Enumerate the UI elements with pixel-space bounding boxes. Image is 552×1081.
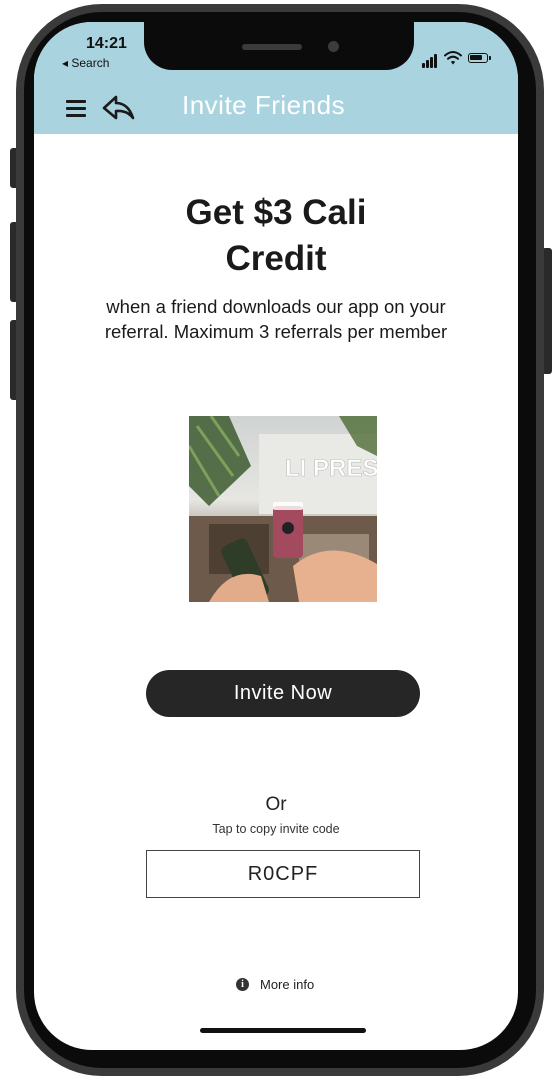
promo-description: when a friend downloads our app on your … xyxy=(46,294,506,344)
status-icons xyxy=(422,50,502,68)
speaker-grille xyxy=(242,44,302,50)
or-divider-text: Or xyxy=(265,794,287,815)
promo-photo: LI PRES xyxy=(189,416,377,602)
home-indicator[interactable] xyxy=(200,1028,366,1033)
invite-code-box[interactable]: R0CPF xyxy=(146,850,420,898)
back-arrow-icon[interactable] xyxy=(102,94,136,124)
page-title: Invite Friends xyxy=(182,90,346,120)
description-line-2: referral. Maximum 3 referrals per member xyxy=(104,321,448,342)
status-time: 14:21 xyxy=(86,35,127,52)
wifi-icon xyxy=(444,51,462,65)
invite-now-button[interactable]: Invite Now xyxy=(146,670,420,717)
description-line-1: when a friend downloads our app on your xyxy=(106,296,446,317)
hamburger-menu-icon[interactable] xyxy=(66,100,86,117)
battery-icon xyxy=(468,53,491,63)
copy-code-hint: Tap to copy invite code xyxy=(212,822,340,836)
info-icon: i xyxy=(236,978,249,991)
front-camera xyxy=(328,41,339,52)
promo-headline: Get $3 Cali Credit xyxy=(34,190,518,282)
headline-line-2: Credit xyxy=(225,239,327,278)
photo-sign-text: LI PRES xyxy=(285,455,377,482)
screenshot-stage: 14:21 ◂ Search Invite Friends Get $3 Cal… xyxy=(0,0,552,1081)
back-to-search-link[interactable]: ◂ Search xyxy=(62,56,109,70)
headline-line-1: Get $3 Cali xyxy=(185,193,367,232)
device-notch xyxy=(144,22,414,70)
more-info-label: More info xyxy=(260,977,315,992)
app-screen: 14:21 ◂ Search Invite Friends Get $3 Cal… xyxy=(34,22,518,1050)
